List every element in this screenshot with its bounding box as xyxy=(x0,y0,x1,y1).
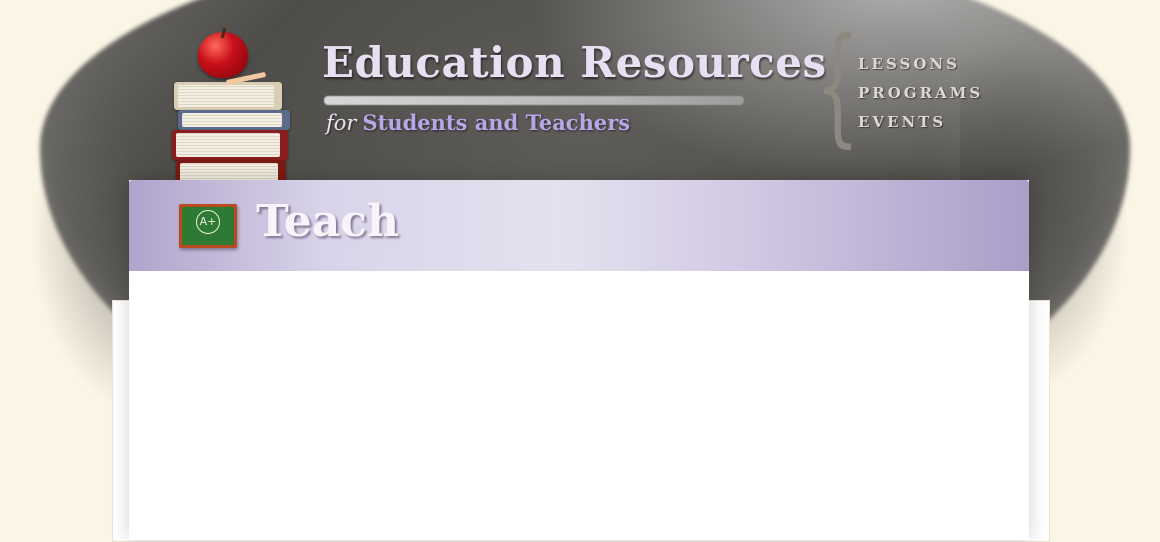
content-panel: A+ Teach xyxy=(129,180,1029,540)
section-title: Teach xyxy=(256,196,399,247)
books-and-apple-icon[interactable] xyxy=(168,27,298,188)
nav-link-lessons[interactable]: LESSONS xyxy=(858,55,983,84)
tagline-audience: Students and Teachers xyxy=(362,110,631,135)
nav-link-events[interactable]: EVENTS xyxy=(858,113,983,142)
nav-link-programs[interactable]: PROGRAMS xyxy=(858,84,983,113)
book-icon xyxy=(178,110,290,130)
grade-mark: A+ xyxy=(196,210,220,234)
site-title[interactable]: Education Resources xyxy=(322,38,827,87)
tagline-for: for xyxy=(326,111,357,135)
book-icon xyxy=(172,130,288,160)
book-icon xyxy=(174,82,282,110)
main-nav: LESSONS PROGRAMS EVENTS xyxy=(858,55,983,142)
brace-divider: { xyxy=(815,11,860,160)
chalkboard-icon: A+ xyxy=(179,204,237,248)
chalk-underline xyxy=(324,96,744,105)
section-header: A+ Teach xyxy=(129,180,1029,271)
content-area xyxy=(129,271,1029,540)
site-tagline: for Students and Teachers xyxy=(326,110,630,135)
apple-icon xyxy=(198,32,248,78)
